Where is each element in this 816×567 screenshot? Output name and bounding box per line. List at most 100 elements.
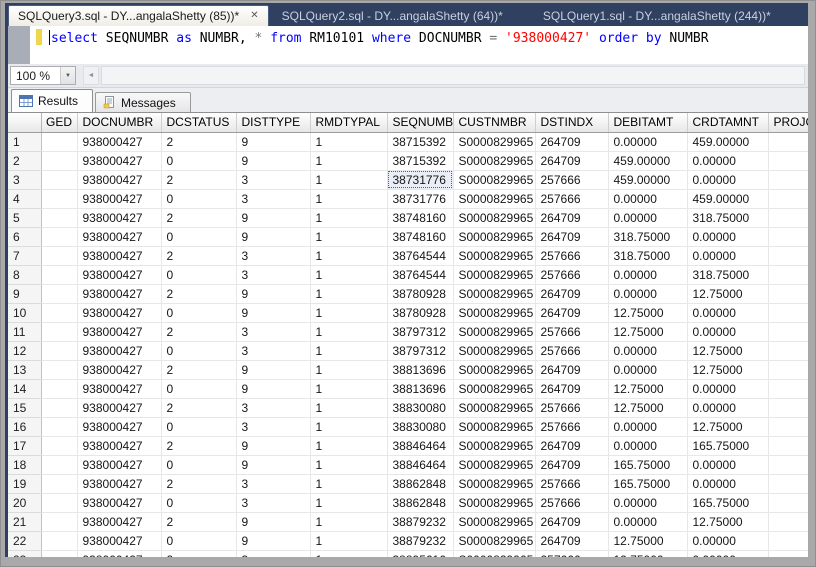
grid-cell[interactable]: 9 <box>236 455 311 475</box>
grid-cell[interactable]: 38715392 <box>387 132 454 152</box>
row-number-cell[interactable]: 13 <box>8 360 42 380</box>
horizontal-scrollbar[interactable] <box>101 66 805 85</box>
grid-cell[interactable] <box>41 265 78 285</box>
grid-cell[interactable]: 938000427 <box>77 455 162 475</box>
grid-cell[interactable]: 459.00000 <box>608 151 688 171</box>
row-number-cell[interactable]: 22 <box>8 531 42 551</box>
tab-sqlquery1[interactable]: SQLQuery1.sql - DY...angalaShetty (244))… <box>530 5 784 26</box>
grid-cell[interactable] <box>768 246 808 266</box>
grid-cell[interactable]: 2 <box>161 322 237 342</box>
grid-cell[interactable]: 0.00000 <box>608 493 688 513</box>
grid-cell[interactable]: 165.75000 <box>608 455 688 475</box>
row-number-cell[interactable]: 20 <box>8 493 42 513</box>
grid-cell[interactable] <box>768 531 808 551</box>
grid-cell[interactable] <box>41 284 78 304</box>
grid-cell[interactable] <box>41 303 78 323</box>
grid-cell[interactable]: 1 <box>310 417 388 437</box>
grid-cell[interactable] <box>768 550 808 557</box>
grid-cell[interactable]: 165.75000 <box>608 474 688 494</box>
grid-cell[interactable]: 459.00000 <box>608 170 688 190</box>
grid-cell[interactable]: 38862848 <box>387 493 454 513</box>
grid-cell[interactable]: 3 <box>236 417 311 437</box>
grid-cell[interactable]: 1 <box>310 455 388 475</box>
column-header[interactable]: DOCNUMBR <box>77 113 162 133</box>
grid-cell[interactable]: 38879232 <box>387 531 454 551</box>
grid-cell[interactable] <box>41 379 78 399</box>
grid-cell[interactable] <box>41 132 78 152</box>
grid-cell[interactable]: 12.75000 <box>608 303 688 323</box>
grid-cell[interactable]: S0000829965 <box>453 170 536 190</box>
grid-cell[interactable]: 0.00000 <box>687 398 769 418</box>
grid-cell[interactable]: 9 <box>236 531 311 551</box>
grid-cell[interactable]: 12.75000 <box>687 341 769 361</box>
column-header[interactable]: PROJCTID <box>768 113 808 133</box>
grid-cell[interactable]: 1 <box>310 341 388 361</box>
grid-cell[interactable]: 0 <box>161 417 237 437</box>
row-number-cell[interactable]: 17 <box>8 436 42 456</box>
tab-sqlquery2[interactable]: SQLQuery2.sql - DY...angalaShetty (64))* <box>269 5 516 26</box>
grid-cell[interactable]: 1 <box>310 436 388 456</box>
grid-cell[interactable]: 2 <box>161 246 237 266</box>
grid-cell[interactable] <box>41 455 78 475</box>
grid-cell[interactable] <box>41 170 78 190</box>
grid-cell[interactable]: S0000829965 <box>453 455 536 475</box>
grid-cell[interactable]: 9 <box>236 151 311 171</box>
grid-cell[interactable]: S0000829965 <box>453 189 536 209</box>
grid-cell[interactable]: 2 <box>161 398 237 418</box>
column-header[interactable]: CRDTAMNT <box>687 113 769 133</box>
grid-cell[interactable]: 938000427 <box>77 303 162 323</box>
grid-cell[interactable] <box>41 246 78 266</box>
grid-cell[interactable]: 1 <box>310 189 388 209</box>
grid-cell[interactable]: 1 <box>310 208 388 228</box>
grid-cell[interactable]: 0.00000 <box>608 341 688 361</box>
grid-cell[interactable]: 318.75000 <box>687 265 769 285</box>
row-number-cell[interactable]: 12 <box>8 341 42 361</box>
grid-cell[interactable]: 0.00000 <box>608 512 688 532</box>
grid-cell[interactable]: 2 <box>161 360 237 380</box>
grid-cell[interactable]: 38780928 <box>387 303 454 323</box>
grid-cell[interactable]: 0 <box>161 303 237 323</box>
row-number-cell[interactable]: 4 <box>8 189 42 209</box>
row-number-cell[interactable]: 2 <box>8 151 42 171</box>
grid-cell[interactable]: 318.75000 <box>608 246 688 266</box>
grid-cell[interactable] <box>41 493 78 513</box>
grid-cell[interactable]: 938000427 <box>77 417 162 437</box>
grid-cell[interactable]: 257666 <box>535 170 609 190</box>
grid-cell[interactable] <box>768 170 808 190</box>
grid-cell[interactable]: 0 <box>161 455 237 475</box>
grid-cell[interactable]: 38797312 <box>387 322 454 342</box>
grid-cell[interactable] <box>768 265 808 285</box>
grid-cell[interactable]: 0 <box>161 151 237 171</box>
grid-cell[interactable] <box>768 379 808 399</box>
grid-cell[interactable]: 0 <box>161 531 237 551</box>
grid-cell[interactable]: 0 <box>161 379 237 399</box>
grid-cell[interactable]: 0.00000 <box>608 284 688 304</box>
grid-cell[interactable]: 938000427 <box>77 322 162 342</box>
grid-cell[interactable]: 0.00000 <box>687 531 769 551</box>
grid-cell[interactable] <box>768 322 808 342</box>
grid-cell[interactable]: 938000427 <box>77 265 162 285</box>
grid-cell[interactable]: 3 <box>236 341 311 361</box>
grid-cell[interactable] <box>768 360 808 380</box>
column-header[interactable]: DCSTATUS <box>161 113 237 133</box>
grid-cell[interactable]: 938000427 <box>77 284 162 304</box>
tab-messages[interactable]: Messages <box>95 92 191 112</box>
grid-cell[interactable]: S0000829965 <box>453 265 536 285</box>
grid-cell[interactable]: 938000427 <box>77 531 162 551</box>
grid-cell[interactable]: 38879232 <box>387 512 454 532</box>
grid-cell[interactable]: 12.75000 <box>687 512 769 532</box>
column-header[interactable]: GED <box>41 113 78 133</box>
grid-cell[interactable]: 0.00000 <box>687 151 769 171</box>
grid-cell[interactable] <box>768 303 808 323</box>
grid-cell[interactable]: 12.75000 <box>687 417 769 437</box>
grid-cell[interactable]: S0000829965 <box>453 512 536 532</box>
grid-cell[interactable]: 3 <box>236 550 311 557</box>
grid-cell[interactable]: 3 <box>236 398 311 418</box>
grid-cell[interactable]: 0.00000 <box>608 189 688 209</box>
grid-cell[interactable]: 0 <box>161 227 237 247</box>
grid-cell[interactable]: 1 <box>310 550 388 557</box>
grid-cell[interactable]: 3 <box>236 474 311 494</box>
grid-cell[interactable] <box>41 360 78 380</box>
grid-cell[interactable] <box>768 284 808 304</box>
grid-cell[interactable]: 264709 <box>535 303 609 323</box>
